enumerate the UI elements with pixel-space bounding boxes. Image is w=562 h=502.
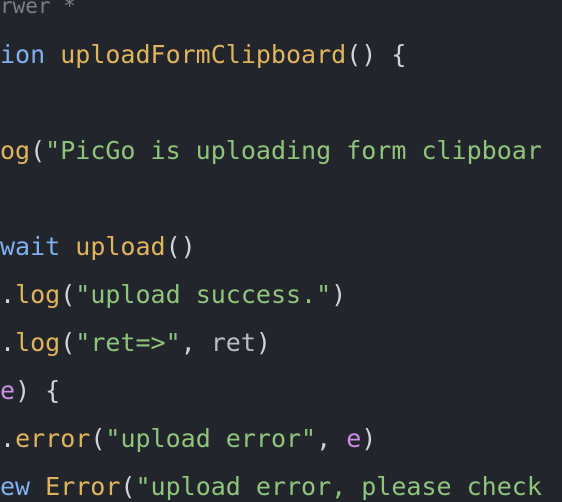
code-token: log [15,280,61,309]
code-token: ( [60,328,76,357]
code-token: error [15,424,91,453]
code-token: e [0,376,16,405]
code-token: uploadFormClipboard [60,40,347,69]
code-line: wait upload() [0,232,196,262]
code-line: .log("ret=>", ret) [0,328,271,358]
code-token: "PicGo is uploading form clipboar [45,136,542,165]
code-token: log [15,328,61,357]
code-token: ret [210,328,256,357]
code-token: ) { [15,376,61,405]
code-token: . [0,424,16,453]
code-token: "upload error" [105,424,317,453]
code-token: , [316,424,347,453]
code-token: "ret=>" [75,328,181,357]
code-token: () [165,232,196,261]
code-token: e [346,424,362,453]
code-token: ) [331,280,347,309]
code-token: ew [0,472,46,501]
code-line: og("PicGo is uploading form clipboar [0,136,542,166]
code-token: ion [0,40,61,69]
code-token: upload [75,232,166,261]
code-token: ( [90,424,106,453]
code-token: og [0,136,31,165]
code-token: , [180,328,211,357]
code-token: . [0,328,16,357]
code-token: () { [346,40,407,69]
code-line: .error("upload error", e) [0,424,376,454]
code-token: ) [255,328,271,357]
code-line: ion uploadFormClipboard() { [0,40,406,70]
code-token: "upload success." [75,280,332,309]
code-token: Error [45,472,121,501]
code-line: ew Error("upload error, please check [0,472,542,502]
code-token: ( [30,136,46,165]
code-token: ( [120,472,136,501]
code-token: wait [0,232,76,261]
code-token: "upload error, please check [135,472,542,501]
code-token: ) [361,424,377,453]
code-editor[interactable]: rwer * ion uploadFormClipboard() {og("Pi… [0,0,562,502]
code-line: e) { [0,376,60,406]
code-token: ( [60,280,76,309]
code-line: .log("upload success.") [0,280,346,310]
code-token: . [0,280,16,309]
tab-label[interactable]: rwer * [0,0,76,21]
